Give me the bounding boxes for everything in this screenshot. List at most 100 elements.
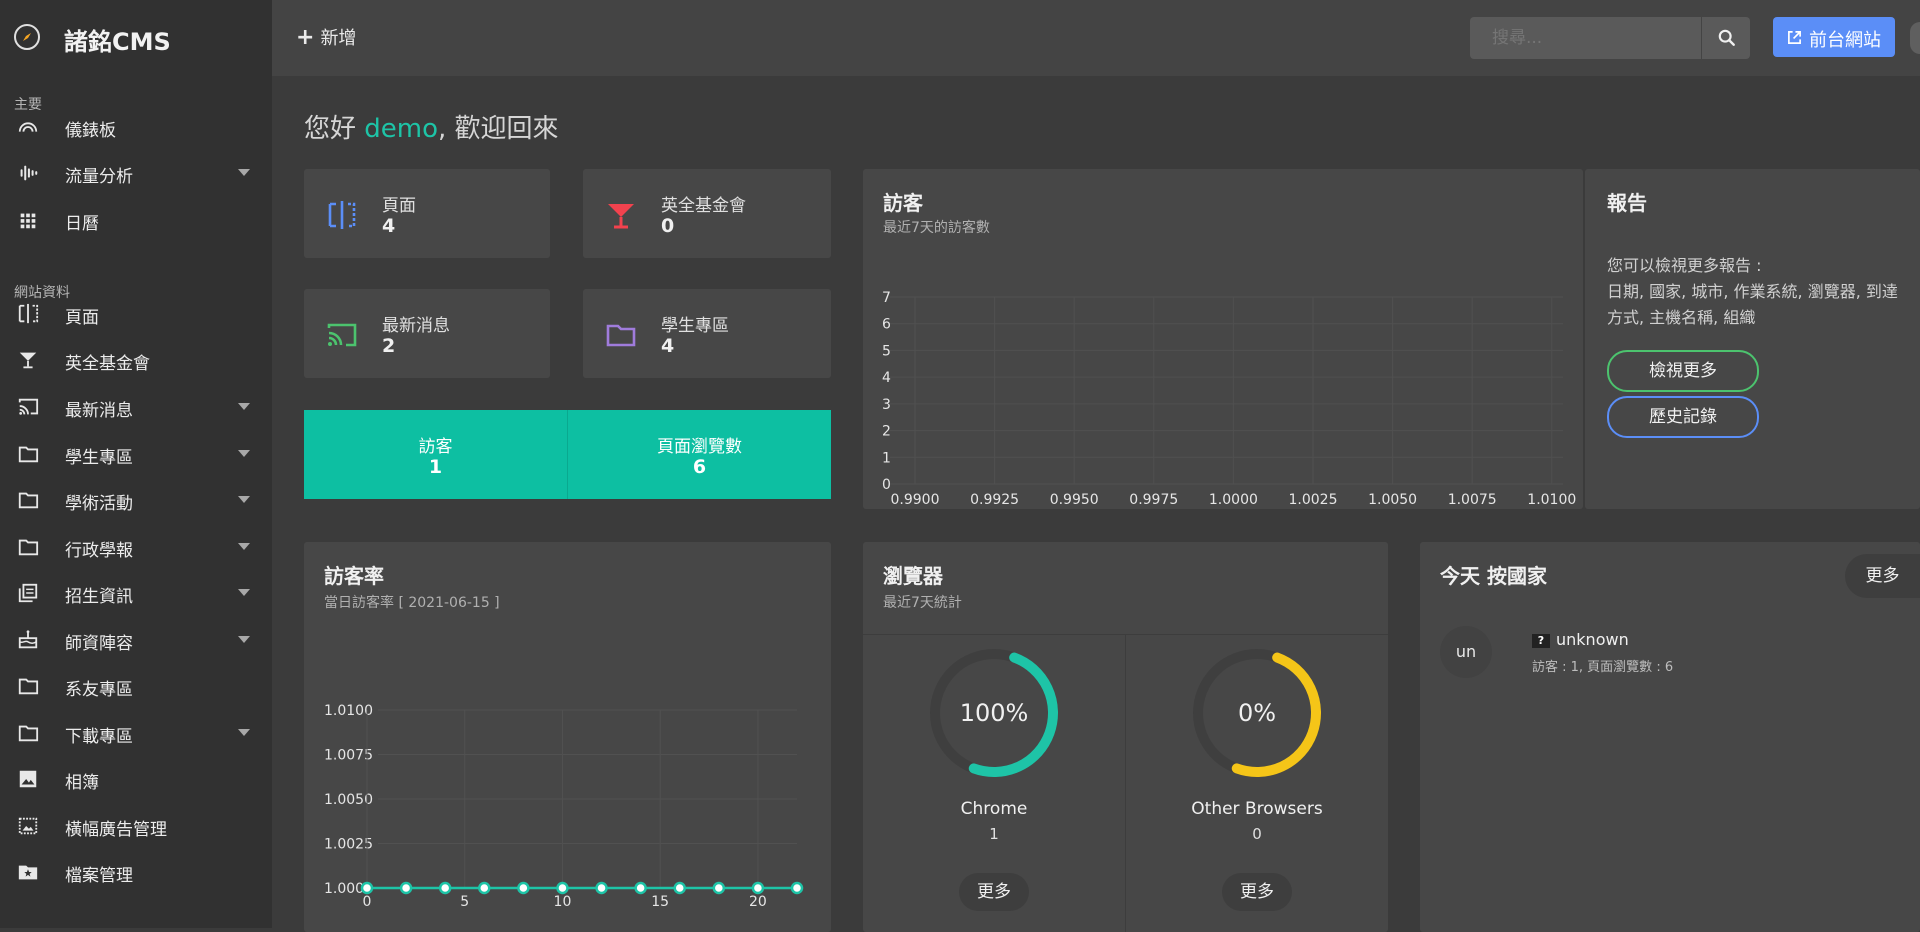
x-tick-label: 1.0075 <box>1448 492 1497 508</box>
stat-label: 學生專區 <box>661 316 729 336</box>
add-new-button[interactable]: + 新增 <box>296 24 356 50</box>
sidebar-item[interactable]: 流量分析 <box>0 151 272 195</box>
data-point[interactable] <box>478 881 491 895</box>
calendar-grid-icon <box>20 213 36 229</box>
history-button[interactable]: 歷史記錄 <box>1607 396 1759 438</box>
sidebar-item-label: 學生專區 <box>65 448 133 468</box>
sidebar-item[interactable]: 招生資訊 <box>0 571 272 615</box>
chevron-down-icon <box>238 589 250 596</box>
search-input[interactable] <box>1470 17 1701 59</box>
card-title: 瀏覽器 <box>883 564 943 588</box>
country-more-button[interactable]: 更多 <box>1845 554 1920 598</box>
sidebar-item[interactable]: 系友專區 <box>0 664 272 708</box>
y-tick-label: 1.0075 <box>324 748 373 764</box>
card-subtitle: 最近7天統計 <box>883 595 962 611</box>
dashboard-gauge-icon <box>18 122 38 132</box>
sidebar-item[interactable]: 檔案管理 <box>0 850 272 894</box>
stat-card-news[interactable]: 最新消息 2 <box>304 289 550 378</box>
data-point[interactable] <box>634 881 647 895</box>
chevron-down-icon <box>238 450 250 457</box>
sidebar-item[interactable]: 儀錶板 <box>0 105 272 149</box>
folder-icon <box>18 446 39 463</box>
summary-bar: 訪客 1 頁面瀏覽數 6 <box>304 410 831 499</box>
browser-more-button[interactable]: 更多 <box>959 873 1029 911</box>
search-button[interactable] <box>1702 17 1750 59</box>
sidebar-item[interactable]: 英全基金會 <box>0 338 272 382</box>
topbar-avatar-edge[interactable] <box>1910 22 1920 54</box>
summary-visitors[interactable]: 訪客 1 <box>304 410 567 499</box>
data-point[interactable] <box>673 881 686 895</box>
data-point[interactable] <box>556 881 569 895</box>
sidebar-item-label: 最新消息 <box>65 401 133 421</box>
stat-card-foundation[interactable]: 英全基金會 0 <box>583 169 831 258</box>
data-point[interactable] <box>438 881 452 895</box>
sidebar-item[interactable]: 學術活動 <box>0 478 272 522</box>
banner-image-icon <box>18 817 38 835</box>
stat-label: 英全基金會 <box>661 196 746 216</box>
x-tick-label: 0.9950 <box>1050 492 1099 508</box>
summary-label: 頁面瀏覽數 <box>657 437 742 457</box>
greeting-user[interactable]: demo <box>364 114 438 144</box>
stat-value: 0 <box>661 215 675 237</box>
y-tick-label: 4 <box>882 370 891 386</box>
audio-wave-icon <box>20 165 38 181</box>
reports-text: 您可以檢視更多報告 : 日期, 國家, 城市, 作業系統, 瀏覽器, 到達 方式… <box>1607 253 1898 331</box>
chevron-down-icon <box>238 729 250 736</box>
sidebar-item[interactable]: 行政學報 <box>0 525 272 569</box>
y-tick-label: 6 <box>882 317 891 333</box>
data-point[interactable] <box>360 881 374 895</box>
x-tick-label: 0.9900 <box>891 492 940 508</box>
sidebar-item[interactable]: 日曆 <box>0 198 272 242</box>
sidebar-item[interactable]: 橫幅廣告管理 <box>0 804 272 848</box>
folder-icon <box>18 725 39 742</box>
browser-item-other[interactable]: 0% Other Browsers 0 更多 <box>1126 635 1388 932</box>
visitors-card: 訪客 最近7天的訪客數 0 1 2 3 4 5 6 7 0.9900 0.9925 0.9950 0.… <box>863 169 1583 509</box>
country-name: unknown <box>1556 630 1629 649</box>
country-list-item[interactable]: un ? unknown 訪客 : 1, 頁面瀏覽數 : 6 <box>1440 626 1900 688</box>
cast-icon <box>327 323 357 347</box>
y-tick-label: 1 <box>882 450 891 466</box>
sidebar-item[interactable]: 頁面 <box>0 292 272 336</box>
browser-count: 1 <box>989 825 999 843</box>
folder-icon <box>18 678 39 695</box>
stat-card-pages[interactable]: 頁面 4 <box>304 169 550 258</box>
y-tick-label: 1.0050 <box>324 792 373 808</box>
x-tick-label: 0 <box>363 894 372 910</box>
y-tick-label: 2 <box>882 424 891 440</box>
browser-item-chrome[interactable]: 100% Chrome 1 更多 <box>863 635 1125 932</box>
summary-pageviews[interactable]: 頁面瀏覽數 6 <box>568 410 831 499</box>
sidebar-item-label: 師資陣容 <box>65 634 133 654</box>
country-card: 今天 按國家 更多 un ? unknown 訪客 : 1, 頁面瀏覽數 : 6 <box>1420 542 1920 932</box>
sidebar-item[interactable]: 師資陣容 <box>0 618 272 662</box>
view-more-reports-button[interactable]: 檢視更多 <box>1607 350 1759 392</box>
stat-value: 4 <box>382 215 396 237</box>
data-point[interactable] <box>595 881 608 895</box>
folder-star-icon <box>18 865 38 880</box>
data-point[interactable] <box>712 881 726 895</box>
sidebar-item-label: 相簿 <box>65 773 99 793</box>
stat-card-students[interactable]: 學生專區 4 <box>583 289 831 378</box>
x-tick-label: 0.9975 <box>1129 492 1178 508</box>
sidebar-item[interactable]: 最新消息 <box>0 385 272 429</box>
card-title: 訪客率 <box>324 564 384 588</box>
sidebar-item-label: 下載專區 <box>65 727 133 747</box>
data-point[interactable] <box>790 881 804 895</box>
data-point[interactable] <box>399 881 413 895</box>
stat-label: 頁面 <box>382 196 416 216</box>
sidebar-item[interactable]: 相簿 <box>0 757 272 801</box>
card-subtitle: 當日訪客率 [ 2021-06-15 ] <box>324 595 500 611</box>
browser-more-button[interactable]: 更多 <box>1222 873 1292 911</box>
browser-count: 0 <box>1252 825 1262 843</box>
chevron-down-icon <box>238 543 250 550</box>
sidebar-item-label: 英全基金會 <box>65 354 150 374</box>
sidebar-item-label: 檔案管理 <box>65 866 133 886</box>
data-point[interactable] <box>517 881 530 895</box>
sidebar-item[interactable]: 下載專區 <box>0 711 272 755</box>
brand[interactable]: 諸銘CMS <box>0 0 272 74</box>
x-tick-label: 10 <box>554 894 572 910</box>
sidebar-item[interactable]: 學生專區 <box>0 432 272 476</box>
front-site-button[interactable]: 前台網站 <box>1773 17 1895 57</box>
summary-label: 訪客 <box>418 437 453 457</box>
data-point[interactable] <box>751 881 765 895</box>
sidebar-item-label: 儀錶板 <box>65 121 116 141</box>
